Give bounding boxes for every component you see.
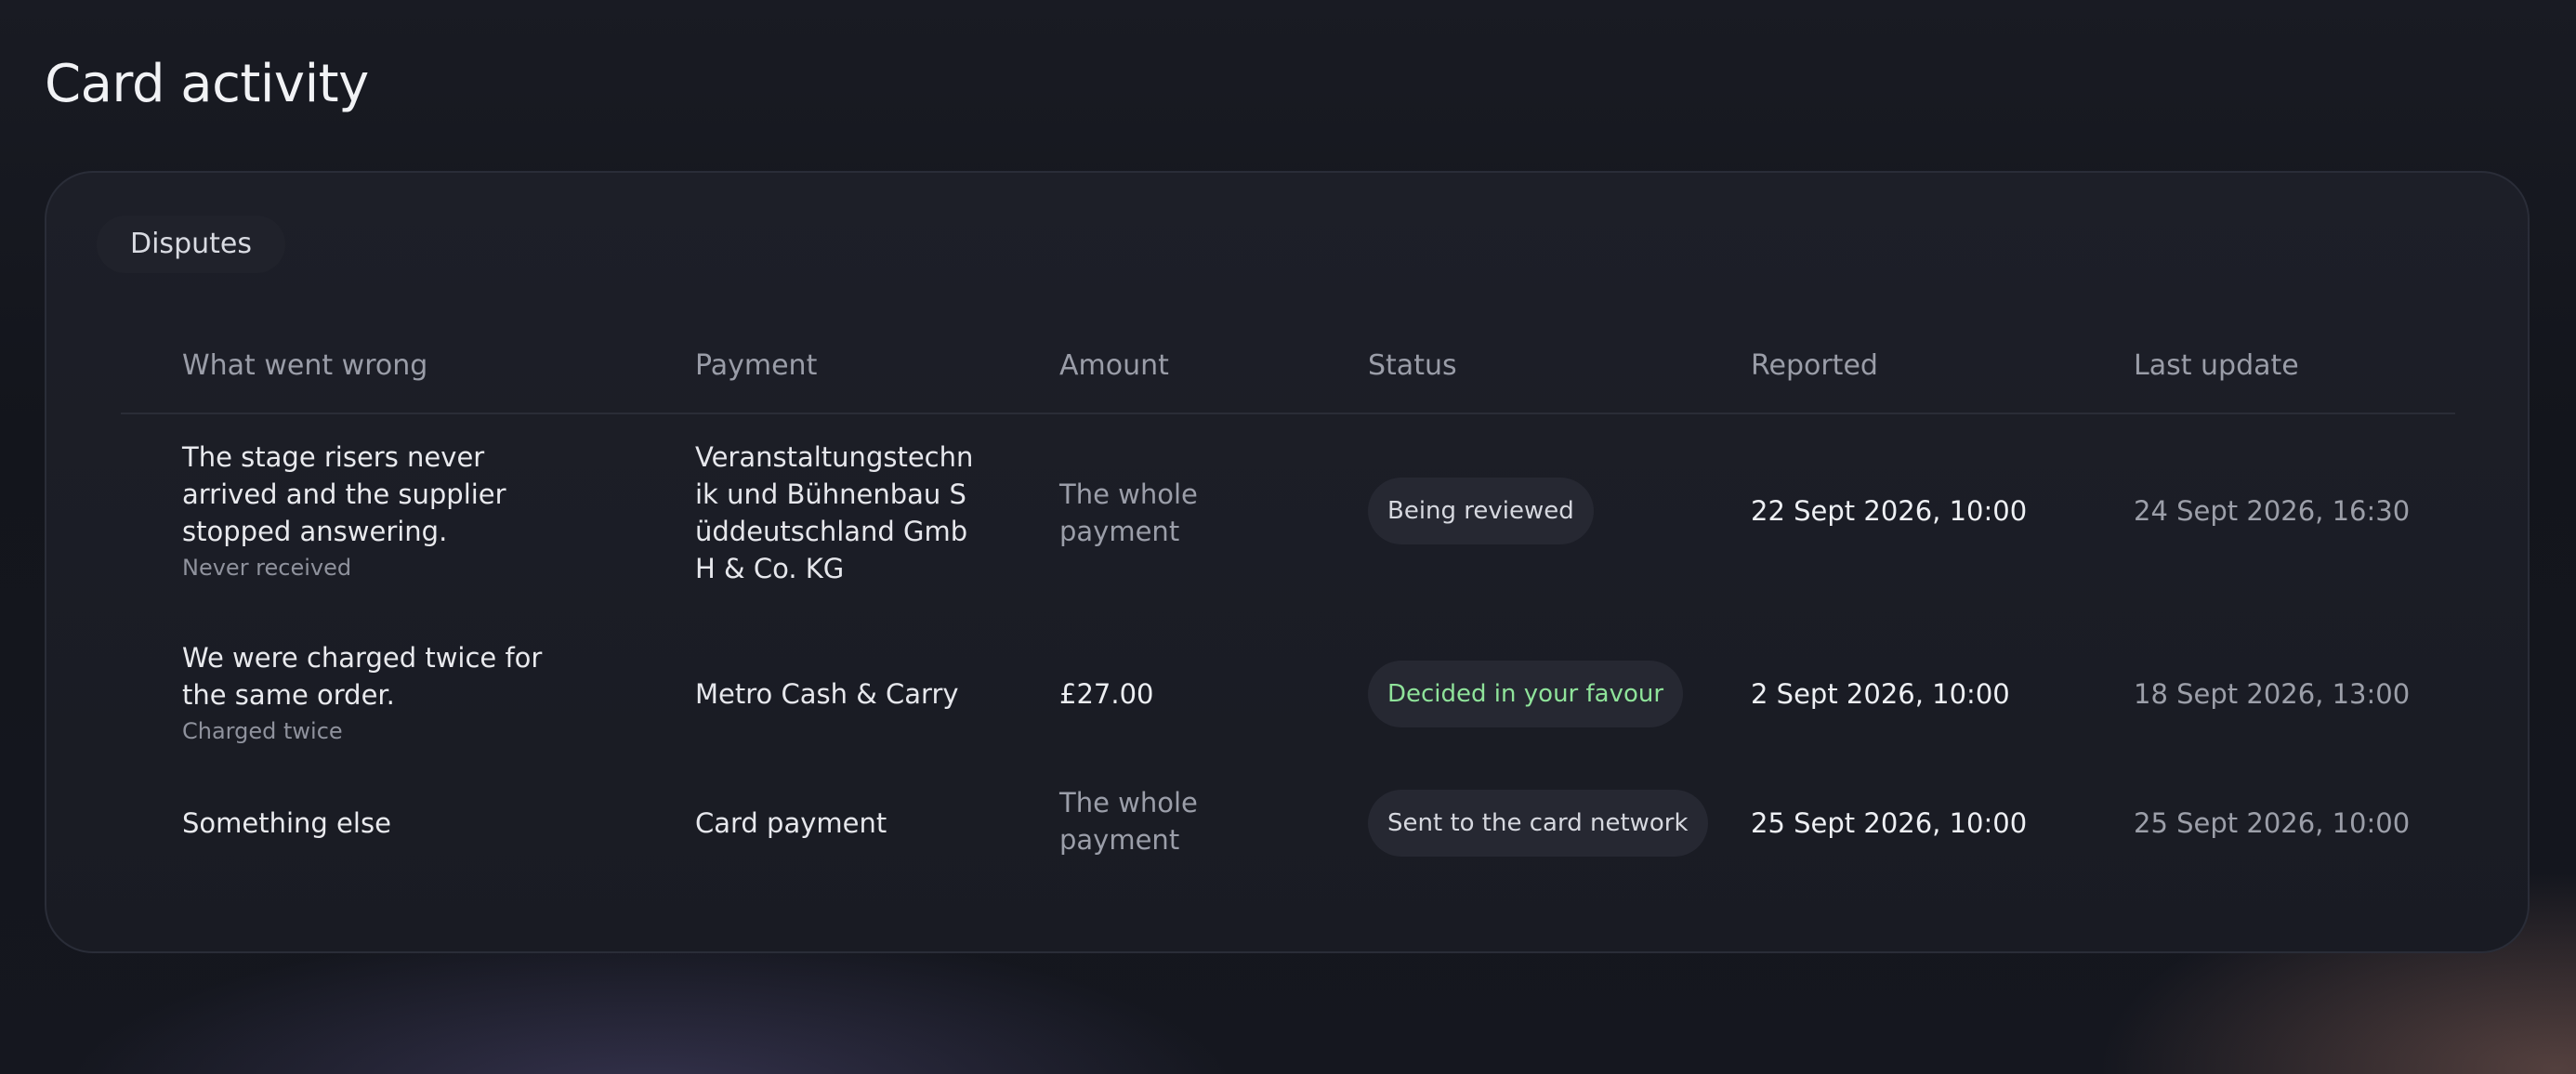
table-row[interactable]: We were charged twice for the same order… [121,615,2455,779]
last-update-cell: 24 Sept 2026, 16:30 [2134,495,2411,527]
amount-cell: The whole payment [1059,787,1198,856]
table-header-row: What went wrong Payment Amount Status Re… [121,321,2455,414]
what-went-wrong-text: We were charged twice for the same order… [182,642,543,711]
table-row[interactable]: The stage risers never arrived and the s… [121,414,2455,615]
status-badge: Sent to the card network [1368,790,1708,857]
reported-cell: 25 Sept 2026, 10:00 [1751,807,2028,839]
dispute-reason: Charged twice [182,718,343,744]
table-row[interactable]: Something else Card payment The whole pa… [121,779,2455,929]
payment-cell: Metro Cash & Carry [695,678,959,710]
disputes-table: What went wrong Payment Amount Status Re… [121,321,2455,929]
status-badge: Decided in your favour [1368,661,1684,727]
payment-cell: Card payment [695,807,887,839]
column-header-payment: Payment [695,349,818,382]
column-header-what-went-wrong: What went wrong [182,349,428,382]
last-update-cell: 18 Sept 2026, 13:00 [2134,678,2411,710]
status-badge: Being reviewed [1368,478,1594,544]
amount-cell: The whole payment [1059,478,1198,547]
payment-cell: Veranstaltungstechnik und Bühnenbau Südd… [695,441,974,584]
what-went-wrong-cell: We were charged twice for the same order… [182,639,582,747]
what-went-wrong-cell: Something else [182,805,582,842]
column-header-status: Status [1368,349,1457,382]
dispute-reason: Never received [182,555,352,581]
column-header-amount: Amount [1059,349,1169,382]
amount-cell: £27.00 [1059,678,1154,710]
page-title: Card activity [45,54,369,114]
status-cell: Being reviewed [1368,478,1594,544]
reported-cell: 22 Sept 2026, 10:00 [1751,495,2028,527]
status-cell: Decided in your favour [1368,661,1684,727]
status-cell: Sent to the card network [1368,790,1708,857]
column-header-reported: Reported [1751,349,1878,382]
what-went-wrong-text: Something else [182,807,391,839]
last-update-cell: 25 Sept 2026, 10:00 [2134,807,2411,839]
reported-cell: 2 Sept 2026, 10:00 [1751,678,2010,710]
disputes-section-label: Disputes [97,216,285,273]
column-header-last-update: Last update [2134,349,2299,382]
what-went-wrong-cell: The stage risers never arrived and the s… [182,439,582,583]
what-went-wrong-text: The stage risers never arrived and the s… [182,441,506,547]
disputes-card: Disputes What went wrong Payment Amount … [45,171,2530,953]
